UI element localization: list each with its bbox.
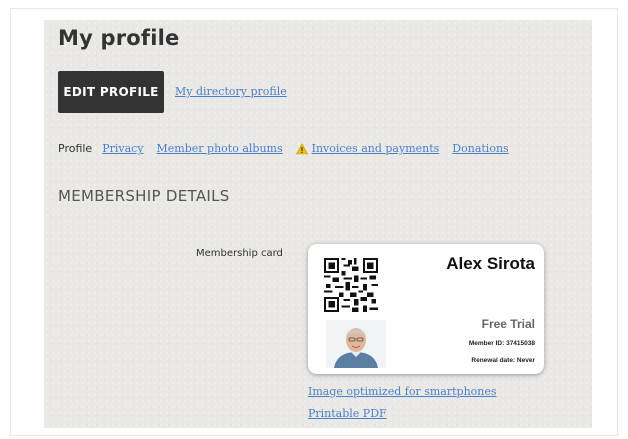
member-photo xyxy=(326,320,386,368)
card-member-id-value: 37415038 xyxy=(506,340,535,347)
card-membership-plan: Free Trial xyxy=(481,317,535,331)
profile-tabs: Profile Privacy Member photo albums Invo… xyxy=(58,142,522,155)
profile-panel: My profile EDIT PROFILE My directory pro… xyxy=(44,20,592,428)
tab-privacy[interactable]: Privacy xyxy=(102,142,143,155)
membership-details-heading: MEMBERSHIP DETAILS xyxy=(58,187,230,205)
card-member-id: Member ID: 37415038 xyxy=(469,340,535,347)
qr-code-icon xyxy=(324,258,378,312)
edit-profile-button[interactable]: EDIT PROFILE xyxy=(58,71,164,113)
printable-pdf-link[interactable]: Printable PDF xyxy=(308,407,387,420)
card-member-id-label: Member ID: xyxy=(468,340,505,347)
tab-member-photo-albums[interactable]: Member photo albums xyxy=(157,142,283,155)
card-member-name: Alex Sirota xyxy=(446,254,535,273)
tab-invoices-and-payments-wrap: Invoices and payments xyxy=(295,142,440,155)
tab-donations[interactable]: Donations xyxy=(452,142,508,155)
tab-invoices-and-payments[interactable]: Invoices and payments xyxy=(312,142,440,155)
card-renewal-value: Never xyxy=(516,357,535,364)
card-renewal-label: Renewal date: xyxy=(471,357,516,364)
tab-profile: Profile xyxy=(58,142,93,155)
warning-icon xyxy=(295,142,308,154)
image-optimized-for-smartphones-link[interactable]: Image optimized for smartphones xyxy=(308,385,497,398)
my-directory-profile-link[interactable]: My directory profile xyxy=(175,85,287,98)
membership-card-label: Membership card xyxy=(196,248,283,259)
membership-card: Alex Sirota Free Trial Member ID: 374150… xyxy=(308,244,544,374)
page-title: My profile xyxy=(58,26,180,50)
card-renewal-date: Renewal date: Never xyxy=(471,357,535,364)
